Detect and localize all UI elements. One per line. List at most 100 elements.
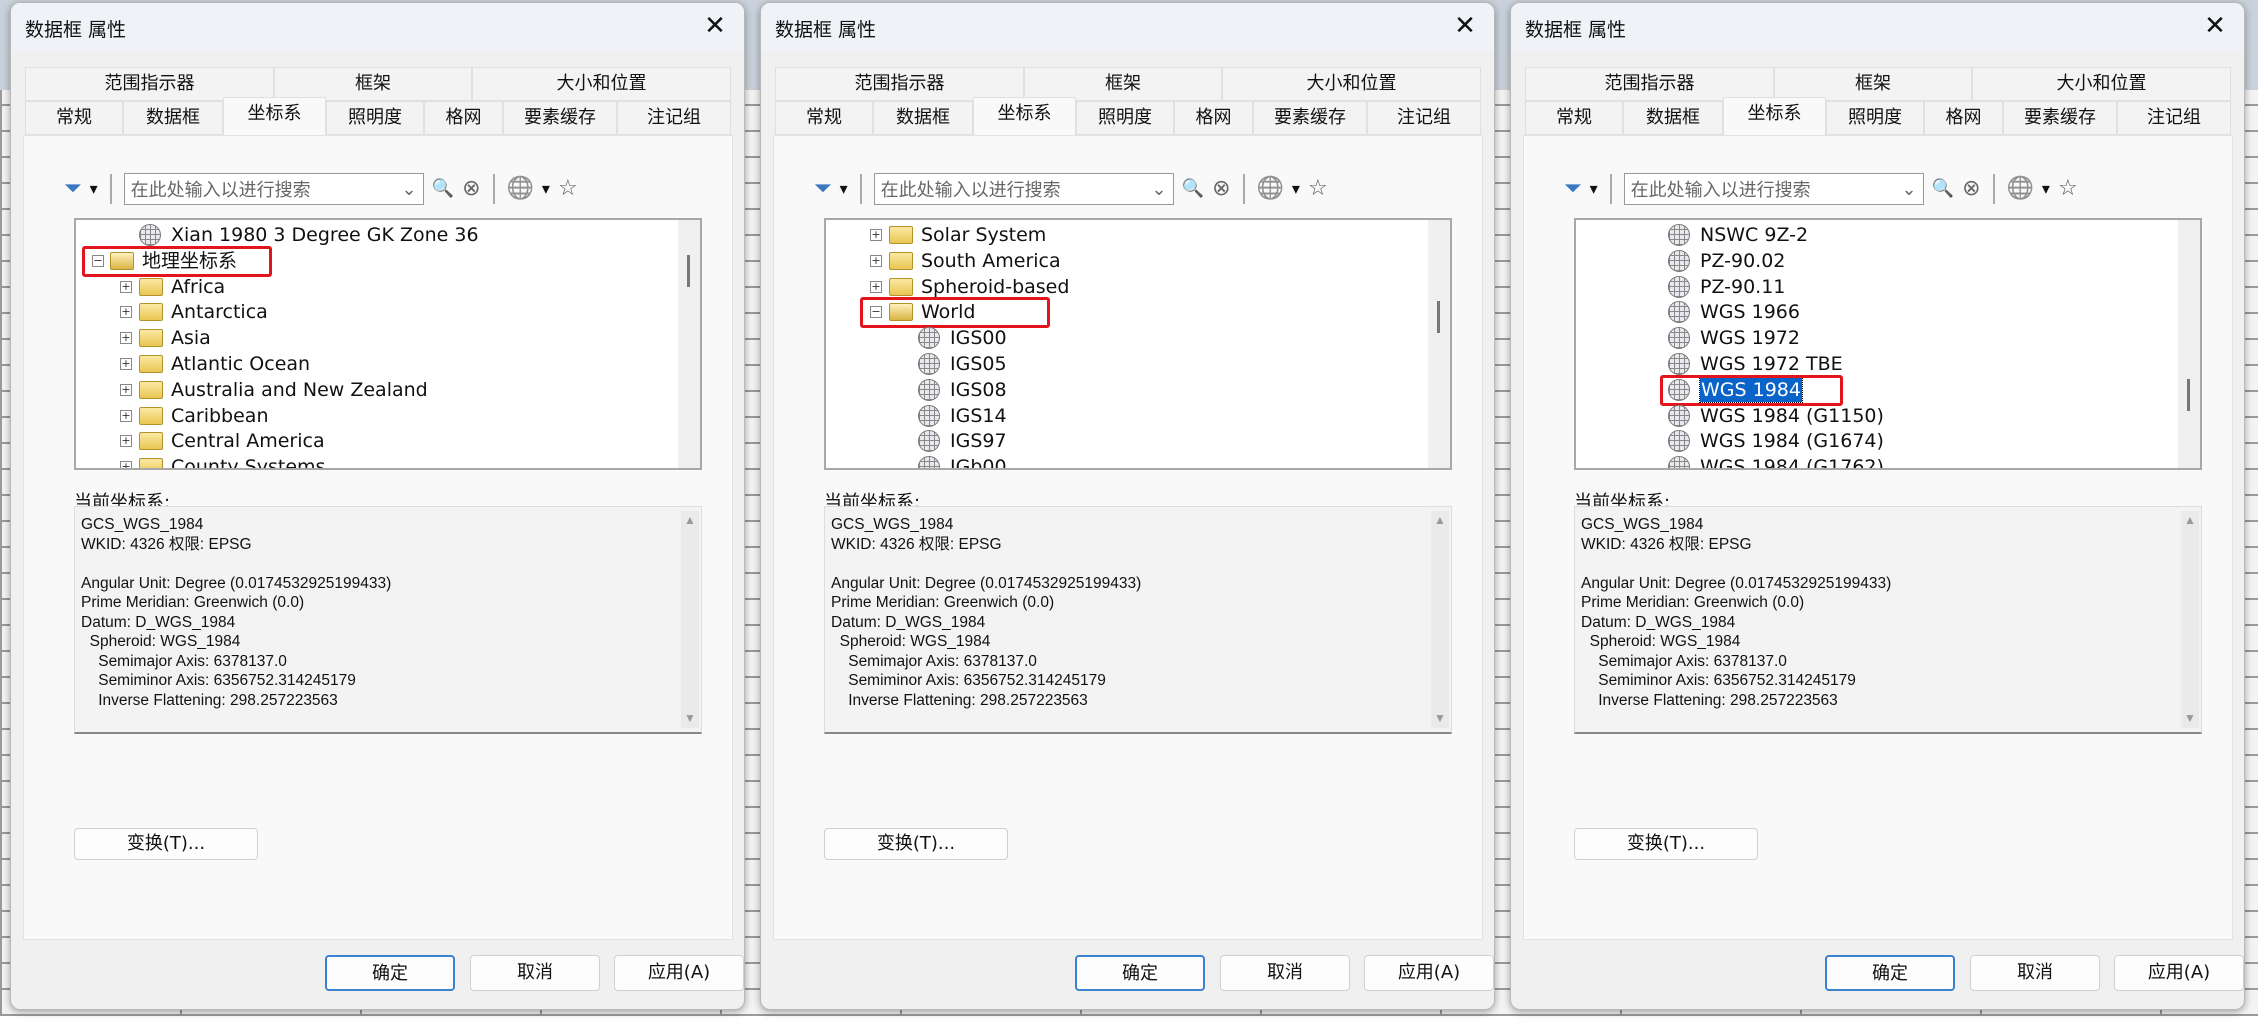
tab-4[interactable]: 常规 (775, 101, 873, 135)
tree-item[interactable]: + Atlantic Ocean (76, 351, 676, 377)
expand-icon[interactable]: + (120, 280, 132, 293)
dropdown-arrow-icon[interactable]: ▾ (2042, 175, 2050, 203)
details-scrollbar[interactable]: ▲ ▼ (681, 511, 699, 728)
tab-2[interactable]: 框架 (1774, 67, 1972, 101)
cancel-button[interactable]: 取消 (1970, 955, 2100, 991)
scrollbar-thumb[interactable] (2187, 378, 2190, 411)
close-icon[interactable]: ✕ (1450, 11, 1480, 41)
search-input[interactable]: 在此处输入以进行搜索 ⌄ (123, 173, 424, 205)
chevron-down-icon[interactable]: ⌄ (1902, 179, 1917, 200)
tab-coordinate-system[interactable]: 坐标系 (1723, 97, 1826, 135)
tree-scrollbar[interactable] (2178, 220, 2200, 468)
tab-10[interactable]: 注记组 (1367, 101, 1481, 135)
tree-item[interactable]: WGS 1984 (G1674) (1576, 428, 2176, 454)
collapse-icon[interactable]: − (92, 254, 104, 267)
tree-item[interactable]: + Antarctica (76, 299, 676, 325)
cancel-button[interactable]: 取消 (470, 955, 600, 991)
scroll-down-icon[interactable]: ▼ (1431, 709, 1449, 729)
tab-5[interactable]: 数据框 (1623, 101, 1723, 135)
tree-item[interactable]: + Australia and New Zealand (76, 377, 676, 403)
transform-button[interactable]: 变换(T)... (1574, 828, 1758, 860)
tab-1[interactable]: 范围指示器 (775, 67, 1024, 101)
tree-item[interactable]: − 地理坐标系 (76, 248, 676, 274)
apply-button[interactable]: 应用(A) (614, 955, 744, 991)
tree-item[interactable]: + South America (826, 248, 1426, 274)
expand-icon[interactable]: + (870, 229, 882, 241)
tree-item[interactable]: + Caribbean (76, 403, 676, 429)
coordinate-system-tree[interactable]: NSWC 9Z-2 PZ-90.02 PZ-90.11 WGS 1966 WGS 197… (1574, 218, 2202, 470)
tree-item[interactable]: IGS14 (826, 403, 1426, 429)
clear-search-icon[interactable]: ⊗ (462, 175, 480, 203)
scrollbar-thumb[interactable] (687, 254, 690, 287)
details-scrollbar[interactable]: ▲ ▼ (2181, 511, 2199, 728)
tab-2[interactable]: 框架 (274, 67, 472, 101)
tab-1[interactable]: 范围指示器 (1525, 67, 1774, 101)
tree-item[interactable]: IGS00 (826, 325, 1426, 351)
dropdown-arrow-icon[interactable]: ▾ (542, 175, 550, 203)
expand-icon[interactable]: + (120, 435, 132, 448)
ok-button[interactable]: 确定 (1075, 955, 1205, 991)
apply-button[interactable]: 应用(A) (2114, 955, 2244, 991)
tree-item[interactable]: + County Systems (76, 454, 676, 468)
expand-icon[interactable]: + (120, 383, 132, 396)
tab-coordinate-system[interactable]: 坐标系 (223, 97, 326, 135)
tab-5[interactable]: 数据框 (123, 101, 223, 135)
search-input[interactable]: 在此处输入以进行搜索 ⌄ (873, 173, 1174, 205)
expand-icon[interactable]: + (120, 461, 132, 468)
tab-10[interactable]: 注记组 (617, 101, 731, 135)
clear-search-icon[interactable]: ⊗ (1962, 175, 1980, 203)
add-favorite-star-icon[interactable]: ☆ (558, 175, 578, 203)
tree-item[interactable]: PZ-90.02 (1576, 248, 2176, 274)
tree-item[interactable]: + Asia (76, 325, 676, 351)
tab-4[interactable]: 常规 (25, 101, 123, 135)
search-icon[interactable]: 🔍 (1932, 175, 1954, 203)
dropdown-arrow-icon[interactable]: ▾ (840, 175, 848, 203)
tree-item[interactable]: IGb00 (826, 454, 1426, 468)
tab-4[interactable]: 常规 (1525, 101, 1623, 135)
tree-item[interactable]: WGS 1972 TBE (1576, 351, 2176, 377)
details-scrollbar[interactable]: ▲ ▼ (1431, 511, 1449, 728)
tree-item[interactable]: − World (826, 299, 1426, 325)
scroll-down-icon[interactable]: ▼ (2181, 709, 2199, 729)
transform-button[interactable]: 变换(T)... (74, 828, 258, 860)
expand-icon[interactable]: + (870, 280, 882, 293)
tab-3[interactable]: 大小和位置 (1222, 67, 1481, 101)
dropdown-arrow-icon[interactable]: ▾ (1292, 175, 1300, 203)
tab-9[interactable]: 要素缓存 (503, 101, 617, 135)
tab-7[interactable]: 照明度 (1826, 101, 1924, 135)
tab-3[interactable]: 大小和位置 (472, 67, 731, 101)
tree-item[interactable]: + Africa (76, 274, 676, 300)
tree-item[interactable]: IGS08 (826, 377, 1426, 403)
expand-icon[interactable]: + (870, 254, 882, 267)
collapse-icon[interactable]: − (870, 306, 882, 319)
tree-item[interactable]: WGS 1984 (G1150) (1576, 403, 2176, 429)
tree-item[interactable]: WGS 1966 (1576, 299, 2176, 325)
search-input[interactable]: 在此处输入以进行搜索 ⌄ (1623, 173, 1924, 205)
add-coordinate-system-globe-icon[interactable]: 🌐 (507, 175, 534, 203)
search-icon[interactable]: 🔍 (1182, 175, 1204, 203)
tree-item[interactable]: + Central America (76, 428, 676, 454)
tree-item[interactable]: + Spheroid-based (826, 274, 1426, 300)
clear-search-icon[interactable]: ⊗ (1212, 175, 1230, 203)
scrollbar-thumb[interactable] (1437, 300, 1440, 333)
tab-8[interactable]: 格网 (424, 101, 503, 135)
ok-button[interactable]: 确定 (1825, 955, 1955, 991)
scroll-up-icon[interactable]: ▲ (681, 511, 699, 531)
expand-icon[interactable]: + (120, 306, 132, 319)
tree-scrollbar[interactable] (678, 220, 700, 468)
filter-icon[interactable]: ⏷ (814, 175, 832, 203)
expand-icon[interactable]: + (120, 358, 132, 370)
close-icon[interactable]: ✕ (700, 11, 730, 41)
apply-button[interactable]: 应用(A) (1364, 955, 1494, 991)
filter-icon[interactable]: ⏷ (1564, 175, 1582, 203)
tab-9[interactable]: 要素缓存 (1253, 101, 1367, 135)
scroll-up-icon[interactable]: ▲ (1431, 511, 1449, 531)
tab-10[interactable]: 注记组 (2117, 101, 2231, 135)
chevron-down-icon[interactable]: ⌄ (402, 179, 417, 200)
add-coordinate-system-globe-icon[interactable]: 🌐 (1257, 175, 1284, 203)
add-favorite-star-icon[interactable]: ☆ (1308, 175, 1328, 203)
tree-item[interactable]: PZ-90.11 (1576, 274, 2176, 300)
cancel-button[interactable]: 取消 (1220, 955, 1350, 991)
tab-1[interactable]: 范围指示器 (25, 67, 274, 101)
add-coordinate-system-globe-icon[interactable]: 🌐 (2007, 175, 2034, 203)
